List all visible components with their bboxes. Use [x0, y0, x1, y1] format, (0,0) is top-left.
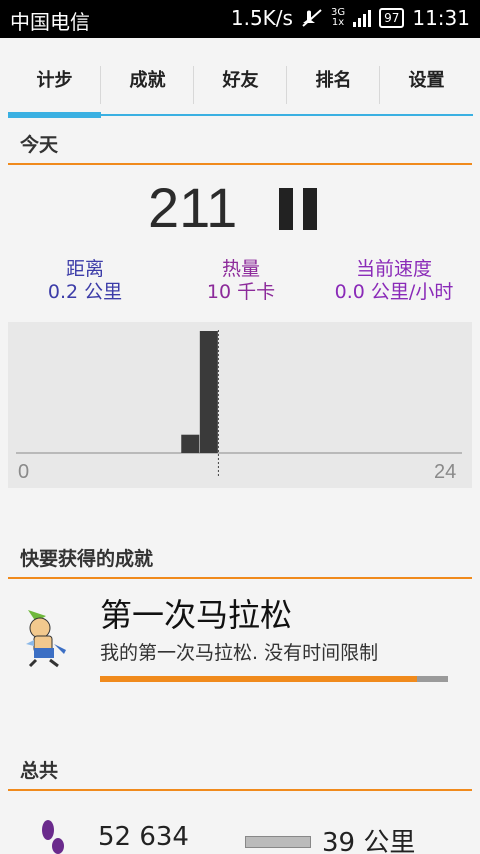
- battery-icon: 97: [379, 8, 405, 28]
- net-speed: 1.5K/s: [230, 6, 293, 30]
- tab-steps[interactable]: 计步: [8, 58, 101, 118]
- distance-label: 距离: [65, 258, 104, 280]
- speed-label: 当前速度: [355, 258, 432, 280]
- tab-bar: 计步 成就 好友 排名 设置: [0, 38, 480, 122]
- status-bar: 中国电信 1.5K/s 3G 1x 97 11:31: [0, 0, 480, 38]
- totals-row: 52 634 39 公里: [0, 812, 480, 854]
- total-distance: 39 公里: [322, 828, 416, 854]
- chart-svg: 0 24: [16, 330, 462, 483]
- tab-label: 排名: [315, 70, 352, 91]
- runner-icon: [26, 610, 66, 668]
- hourly-steps-chart: 0 24: [8, 322, 472, 488]
- footprints-icon: [42, 820, 64, 854]
- divider: [8, 789, 472, 791]
- progress-fill: [100, 676, 417, 682]
- tab-label: 好友: [222, 70, 259, 91]
- chart-bar: [199, 331, 218, 453]
- achievement-description: 我的第一次马拉松. 没有时间限制: [100, 642, 379, 664]
- achievement-progress-bar: [100, 676, 448, 682]
- calories-stat: 热量 10 千卡: [176, 258, 306, 304]
- tab-label: 成就: [129, 70, 166, 91]
- distance-stat: 距离 0.2 公里: [20, 258, 150, 304]
- divider: [8, 163, 472, 165]
- mute-icon: [302, 9, 322, 27]
- signal-icon: [353, 9, 372, 27]
- achievement-title: 第一次马拉松: [100, 596, 293, 634]
- chart-bar: [181, 434, 200, 453]
- upcoming-section-title: 快要获得的成就: [20, 548, 154, 570]
- ruler-icon: [245, 836, 311, 848]
- status-icons: 1.5K/s 3G 1x 97 11:31: [231, 6, 470, 30]
- network-1x: 1x: [331, 17, 345, 28]
- network-type: 3G 1x: [331, 8, 345, 28]
- tab-label: 计步: [36, 70, 73, 91]
- clock: 11:31: [412, 6, 470, 30]
- tab-achievements[interactable]: 成就: [101, 58, 194, 118]
- tab-friends[interactable]: 好友: [194, 58, 287, 118]
- total-steps: 52 634: [98, 822, 189, 852]
- distance-value: 0.2 公里: [47, 281, 123, 303]
- carrier-name: 中国电信: [10, 10, 90, 34]
- speed-value: 0.0 公里/小时: [334, 281, 454, 303]
- step-count: 211: [148, 176, 238, 239]
- tab-ranking[interactable]: 排名: [287, 58, 380, 118]
- divider: [8, 577, 472, 579]
- today-section-title: 今天: [20, 134, 59, 156]
- pause-button[interactable]: [277, 188, 321, 232]
- upcoming-achievement[interactable]: 第一次马拉松 我的第一次马拉松. 没有时间限制: [20, 590, 460, 690]
- speed-stat: 当前速度 0.0 公里/小时: [318, 258, 470, 304]
- x-axis-start-label: 0: [18, 461, 29, 483]
- tab-label: 设置: [408, 70, 445, 91]
- calories-value: 10 千卡: [206, 281, 276, 303]
- totals-section-title: 总共: [20, 760, 59, 782]
- calories-label: 热量: [221, 258, 260, 280]
- x-axis-end-label: 24: [434, 461, 456, 483]
- tab-settings[interactable]: 设置: [380, 58, 473, 118]
